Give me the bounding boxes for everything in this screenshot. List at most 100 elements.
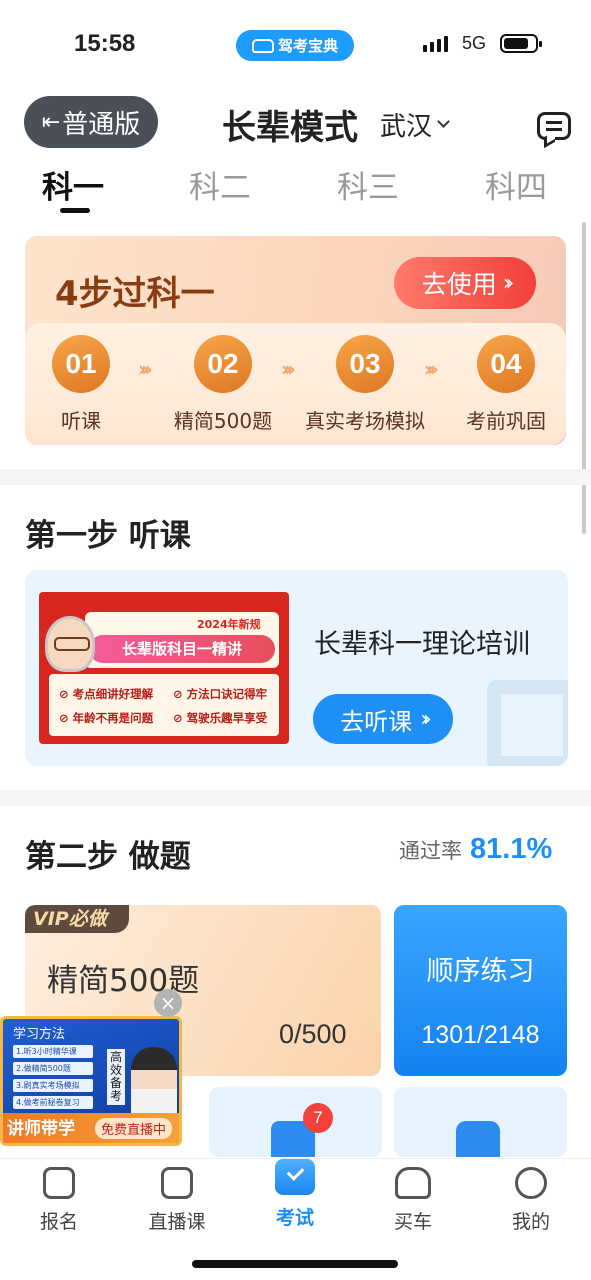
nav-item-signup[interactable]: 报名 [9, 1167, 109, 1234]
card-title: 顺序练习 [426, 956, 535, 987]
ad-side-text: 高效备考 [107, 1049, 125, 1105]
teacher-image [131, 1047, 177, 1123]
nav-item-live[interactable]: 直播课 [127, 1167, 227, 1234]
tab-subject-4[interactable]: 科四 [485, 162, 547, 207]
thumb-feature: ⊘ 年龄不再是问题 [59, 711, 154, 725]
status-time: 15:58 [74, 30, 136, 57]
chevron-down-icon [437, 115, 450, 128]
city-selector[interactable]: 武汉 [380, 106, 450, 143]
profile-smile-icon [515, 1167, 547, 1199]
tab-subject-3[interactable]: 科三 [337, 162, 399, 207]
listen-button[interactable]: 去听课 ›› [313, 694, 453, 744]
step-item[interactable]: 03 真实考场模拟 [300, 335, 430, 434]
use-button[interactable]: 去使用 ›› [394, 257, 536, 309]
thumb-features [49, 674, 279, 736]
nav-label: 买车 [393, 1211, 432, 1233]
step-item[interactable]: 04 考前巩固 [441, 335, 566, 434]
ad-board-line: 2.做精简500题 [13, 1062, 93, 1075]
course-card[interactable]: 2024年新规 长辈版科目一精讲 ⊘ 考点细讲好理解 ⊘ 方法口诀记得牢 ⊘ 年… [25, 570, 568, 766]
step-arrow-icon: ››› [281, 357, 296, 381]
network-type: 5G [462, 33, 487, 53]
battery-icon [500, 34, 542, 53]
thumb-feature: ⊘ 方法口诀记得牢 [173, 687, 268, 701]
nav-item-profile[interactable]: 我的 [481, 1167, 581, 1234]
home-indicator[interactable] [192, 1260, 398, 1268]
live-tv-icon [161, 1167, 193, 1199]
course-name: 长辈科一理论培训 [314, 629, 530, 660]
status-bar: 15:58 驾考宝典 5G [0, 0, 591, 90]
active-tab-indicator [60, 208, 90, 213]
car-icon [251, 38, 274, 53]
exit-icon: ⇤ [41, 109, 61, 135]
step-arrow-icon: ››› [138, 357, 153, 381]
course-thumbnail[interactable]: 2024年新规 长辈版科目一精讲 ⊘ 考点细讲好理解 ⊘ 方法口诀记得牢 ⊘ 年… [39, 592, 289, 744]
section-title-listen: 第一步 听课 [25, 518, 191, 554]
switch-label: 普通版 [62, 109, 141, 140]
step-label: 精简500题 [173, 409, 273, 433]
step-item[interactable]: 02 精简500题 [158, 335, 288, 434]
ad-header: 学习方法 [13, 1027, 66, 1042]
signup-icon [43, 1167, 75, 1199]
section-title-practice: 第二步 做题 [25, 839, 191, 875]
teacher-avatar [45, 616, 95, 672]
ad-board-line: 4.做考前秘卷复习 [13, 1096, 93, 1109]
step-item[interactable]: 01 听课 [25, 335, 146, 434]
card-progress: 0/500 [279, 1019, 347, 1049]
city-label: 武汉 [380, 112, 433, 142]
app-pill-label: 驾考宝典 [277, 37, 338, 55]
close-icon[interactable]: × [154, 989, 182, 1017]
car-icon [395, 1167, 431, 1199]
double-chevron-icon: ›› [502, 270, 514, 296]
double-chevron-icon: ›› [420, 706, 431, 732]
nav-label: 直播课 [148, 1211, 206, 1233]
card-progress: 1301/2148 [421, 1021, 540, 1049]
four-steps-card[interactable]: 4步过科一 去使用 ›› 01 听课 ››› 02 精简500题 ››› 03 … [25, 236, 566, 445]
subject-tabs: 科一 科二 科三 科四 [0, 162, 591, 222]
use-button-label: 去使用 [421, 270, 497, 299]
pass-rate-value: 81.1% [470, 833, 553, 865]
steps-row: 01 听课 ››› 02 精简500题 ››› 03 真实考场模拟 ››› 04… [25, 323, 566, 445]
app-pill[interactable]: 驾考宝典 [236, 30, 354, 61]
pass-rate-label: 通过率 [399, 839, 462, 863]
step-label: 考前巩固 [466, 409, 546, 433]
pass-rate: 通过率 81.1% [399, 833, 552, 866]
thumb-feature: ⊘ 考点细讲好理解 [59, 687, 154, 701]
section-divider [0, 790, 591, 806]
signal-icon [423, 34, 448, 52]
section-divider [0, 469, 591, 485]
ad-board-line: 3.刷真实考场模拟 [13, 1079, 93, 1092]
scrollbar[interactable] [582, 222, 586, 534]
listen-button-label: 去听课 [340, 707, 413, 736]
vip-badge: VIP必做 [25, 905, 129, 933]
nav-item-exam[interactable]: 考试 [245, 1159, 345, 1230]
practice-tile[interactable] [209, 1087, 382, 1157]
exam-check-icon [275, 1159, 315, 1195]
nav-label: 我的 [511, 1211, 550, 1233]
count-badge: 7 [303, 1103, 333, 1133]
step-number: 02 [194, 335, 252, 393]
sequential-practice-card[interactable]: 顺序练习 1301/2148 [394, 905, 567, 1076]
ad-board: 1.听3小时精华课 2.做精简500题 3.刷真实考场模拟 4.做考前秘卷复习 [13, 1045, 93, 1115]
nav-label: 报名 [39, 1211, 78, 1233]
ad-bar-left: 讲师带学 [7, 1119, 75, 1139]
page-title: 长辈模式 [222, 108, 358, 148]
ad-bar-right: 免费直播中 [95, 1118, 173, 1139]
step-number: 01 [52, 335, 110, 393]
tab-subject-1[interactable]: 科一 [42, 162, 104, 207]
step-label: 听课 [61, 409, 101, 433]
step-label: 真实考场模拟 [305, 409, 425, 433]
thumb-feature: ⊘ 驾驶乐趣早享受 [173, 711, 268, 725]
nav-item-buy-car[interactable]: 买车 [363, 1167, 463, 1234]
steps-headline: 4步过科一 [55, 274, 215, 314]
share-arrow-icon [456, 1121, 500, 1157]
step-number: 03 [336, 335, 394, 393]
live-class-floating-ad[interactable]: 学习方法 1.听3小时精华课 2.做精简500题 3.刷真实考场模拟 4.做考前… [0, 1016, 182, 1146]
practice-tile[interactable] [394, 1087, 567, 1157]
message-icon[interactable] [537, 112, 571, 140]
step-arrow-icon: ››› [424, 357, 439, 381]
thumb-title: 长辈版科目一精讲 [89, 635, 275, 663]
tab-subject-2[interactable]: 科二 [189, 162, 251, 207]
nav-label: 考试 [275, 1207, 314, 1229]
step-number: 04 [477, 335, 535, 393]
switch-normal-mode-button[interactable]: ⇤ 普通版 [24, 96, 158, 148]
